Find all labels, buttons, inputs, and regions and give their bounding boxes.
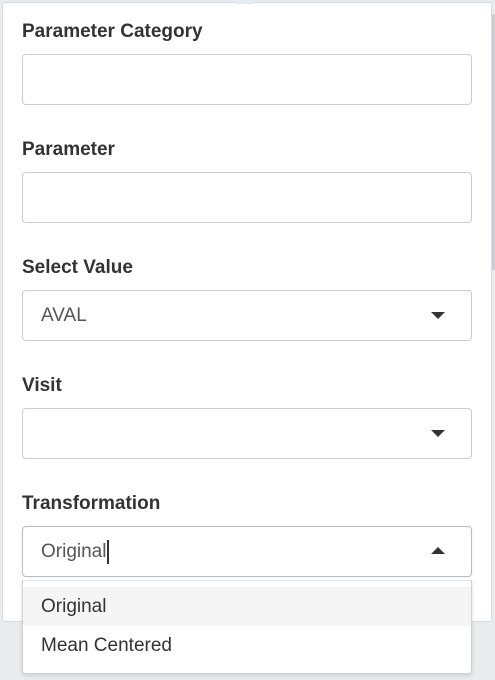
transformation-selected: Original (41, 541, 107, 562)
parameter-category-label: Parameter Category (22, 21, 203, 42)
select-value-dropdown[interactable]: AVAL (22, 290, 472, 341)
transformation-search-input[interactable]: Original (41, 540, 109, 564)
select-value-selected: AVAL (41, 305, 87, 326)
parameter-label: Parameter (22, 139, 115, 160)
select-value-label: Select Value (22, 257, 133, 278)
text-caret (107, 540, 109, 564)
visit-dropdown[interactable] (22, 408, 472, 459)
triangle-up-icon (431, 547, 445, 554)
visit-label: Visit (22, 375, 62, 396)
triangle-down-icon (431, 430, 445, 437)
option-original[interactable]: Original (23, 587, 471, 626)
parameter-input[interactable] (22, 172, 472, 223)
panel-notch (236, 0, 254, 4)
triangle-down-icon (431, 312, 445, 319)
transformation-label: Transformation (22, 493, 161, 514)
option-mean-centered[interactable]: Mean Centered (23, 626, 471, 665)
transformation-options-menu: Original Mean Centered (22, 580, 472, 674)
parameter-category-input[interactable] (22, 54, 472, 105)
transformation-dropdown[interactable]: Original (22, 526, 472, 577)
